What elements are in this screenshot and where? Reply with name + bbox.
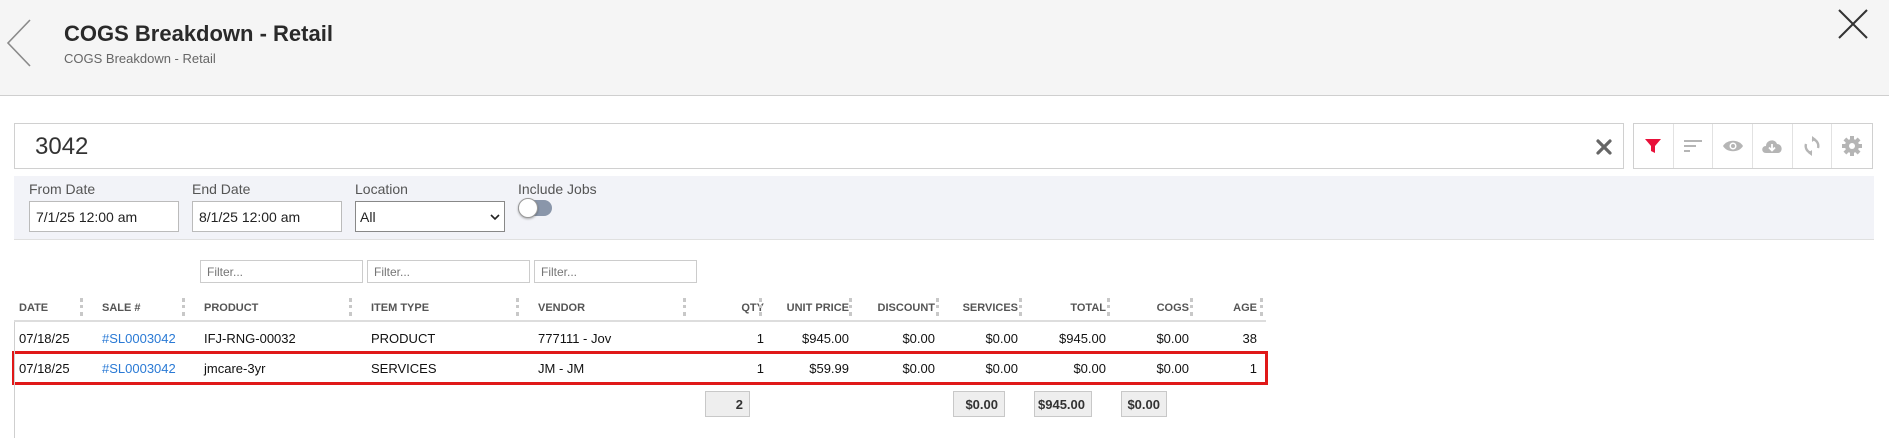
column-header-qty[interactable]: QTY	[704, 302, 764, 314]
column-header-age[interactable]: AGE	[1199, 302, 1257, 314]
item-type-column-filter[interactable]	[367, 260, 530, 283]
cell-sale-link[interactable]: #SL0003042	[102, 331, 176, 346]
sort-icon	[1684, 140, 1702, 152]
page-header: COGS Breakdown - Retail COGS Breakdown -…	[0, 0, 1889, 96]
location-select[interactable]: All	[355, 201, 505, 232]
cell-services: $0.00	[985, 331, 1018, 346]
page-subtitle: COGS Breakdown - Retail	[64, 51, 216, 66]
total-services: $0.00	[953, 391, 1005, 417]
cell-age: 38	[1242, 331, 1257, 346]
gear-icon	[1842, 136, 1863, 156]
cell-unit-price: $59.99	[809, 361, 849, 376]
column-header-services[interactable]: SERVICES	[944, 302, 1018, 314]
column-header-sale[interactable]: SALE #	[102, 302, 141, 314]
chevron-down-icon	[490, 213, 500, 220]
cell-services: $0.00	[985, 361, 1018, 376]
column-header-unit-price[interactable]: UNIT PRICE	[769, 302, 849, 314]
cell-discount: $0.00	[902, 361, 935, 376]
cell-cogs: $0.00	[1156, 331, 1189, 346]
column-resize-handle[interactable]	[1019, 298, 1022, 316]
search-box	[14, 123, 1624, 169]
toggle-knob	[518, 198, 538, 218]
grid-toolbar	[1633, 123, 1873, 169]
column-resize-handle[interactable]	[349, 298, 352, 316]
column-header-total[interactable]: TOTAL	[1029, 302, 1106, 314]
chevron-left-icon	[6, 19, 31, 67]
product-column-filter[interactable]	[200, 260, 363, 283]
total-qty: 2	[705, 391, 750, 417]
cell-item-type: PRODUCT	[371, 331, 436, 346]
search-input[interactable]	[35, 132, 1555, 162]
settings-button[interactable]	[1832, 124, 1872, 168]
cell-total: $0.00	[1073, 361, 1106, 376]
total-total: $945.00	[1034, 391, 1092, 417]
column-resize-handle[interactable]	[683, 298, 686, 316]
cell-product: IFJ-RNG-00032	[204, 331, 296, 346]
cell-qty: 1	[756, 361, 764, 376]
column-resize-handle[interactable]	[759, 298, 762, 316]
column-resize-handle[interactable]	[80, 298, 83, 316]
total-cogs: $0.00	[1121, 391, 1167, 417]
column-resize-handle[interactable]	[1107, 298, 1110, 316]
table-row-selected[interactable]: 07/18/25 #SL0003042 jmcare-3yr SERVICES …	[12, 351, 1268, 385]
grid-header: DATE SALE # PRODUCT ITEM TYPE VENDOR QTY…	[14, 294, 1266, 322]
include-jobs-toggle[interactable]	[518, 198, 552, 218]
cell-product: jmcare-3yr	[204, 361, 266, 376]
column-resize-handle[interactable]	[849, 298, 852, 316]
cell-total: $945.00	[1059, 331, 1106, 346]
sort-button[interactable]	[1674, 124, 1714, 168]
filter-panel: From Date End Date Location All Include …	[14, 176, 1874, 240]
back-button[interactable]	[4, 18, 34, 68]
cell-unit-price: $945.00	[802, 331, 849, 346]
clear-icon	[1596, 139, 1612, 155]
refresh-button[interactable]	[1793, 124, 1833, 168]
from-date-label: From Date	[29, 181, 96, 197]
close-icon	[1838, 9, 1868, 39]
column-resize-handle[interactable]	[1190, 298, 1193, 316]
grid-left-border	[14, 322, 15, 438]
page-title: COGS Breakdown - Retail	[64, 21, 333, 46]
column-header-cogs[interactable]: COGS	[1114, 302, 1189, 314]
filter-button[interactable]	[1634, 124, 1674, 168]
column-resize-handle[interactable]	[936, 298, 939, 316]
column-resize-handle[interactable]	[1260, 298, 1263, 316]
view-button[interactable]	[1713, 124, 1754, 168]
cloud-download-icon	[1762, 140, 1782, 153]
download-button[interactable]	[1753, 124, 1793, 168]
cell-item-type: SERVICES	[371, 361, 437, 376]
from-date-input[interactable]	[29, 201, 179, 232]
cell-age: 1	[1249, 361, 1257, 376]
clear-search-button[interactable]	[1593, 136, 1615, 158]
cell-vendor: 777111 - Jov	[538, 331, 612, 346]
column-resize-handle[interactable]	[516, 298, 519, 316]
cell-date: 07/18/25	[19, 361, 70, 376]
location-label: Location	[355, 181, 408, 197]
close-button[interactable]	[1835, 6, 1871, 42]
table-row[interactable]: 07/18/25 #SL0003042 IFJ-RNG-00032 PRODUC…	[14, 323, 1266, 353]
column-header-product[interactable]: PRODUCT	[204, 302, 258, 314]
eye-icon	[1722, 140, 1743, 152]
cell-vendor: JM - JM	[538, 361, 585, 376]
column-header-vendor[interactable]: VENDOR	[538, 302, 585, 314]
column-header-date[interactable]: DATE	[19, 302, 48, 314]
include-jobs-label: Include Jobs	[518, 181, 597, 197]
column-header-item-type[interactable]: ITEM TYPE	[371, 302, 429, 314]
cell-date: 07/18/25	[19, 331, 70, 346]
end-date-input[interactable]	[192, 201, 342, 232]
filter-icon	[1645, 139, 1662, 153]
location-select-value: All	[360, 208, 376, 225]
refresh-icon	[1804, 136, 1820, 156]
end-date-label: End Date	[192, 181, 251, 197]
column-header-discount[interactable]: DISCOUNT	[859, 302, 935, 314]
cell-cogs: $0.00	[1156, 361, 1189, 376]
cell-sale-link[interactable]: #SL0003042	[102, 361, 176, 376]
cell-discount: $0.00	[902, 331, 935, 346]
cell-qty: 1	[756, 331, 764, 346]
column-resize-handle[interactable]	[182, 298, 185, 316]
vendor-column-filter[interactable]	[534, 260, 697, 283]
